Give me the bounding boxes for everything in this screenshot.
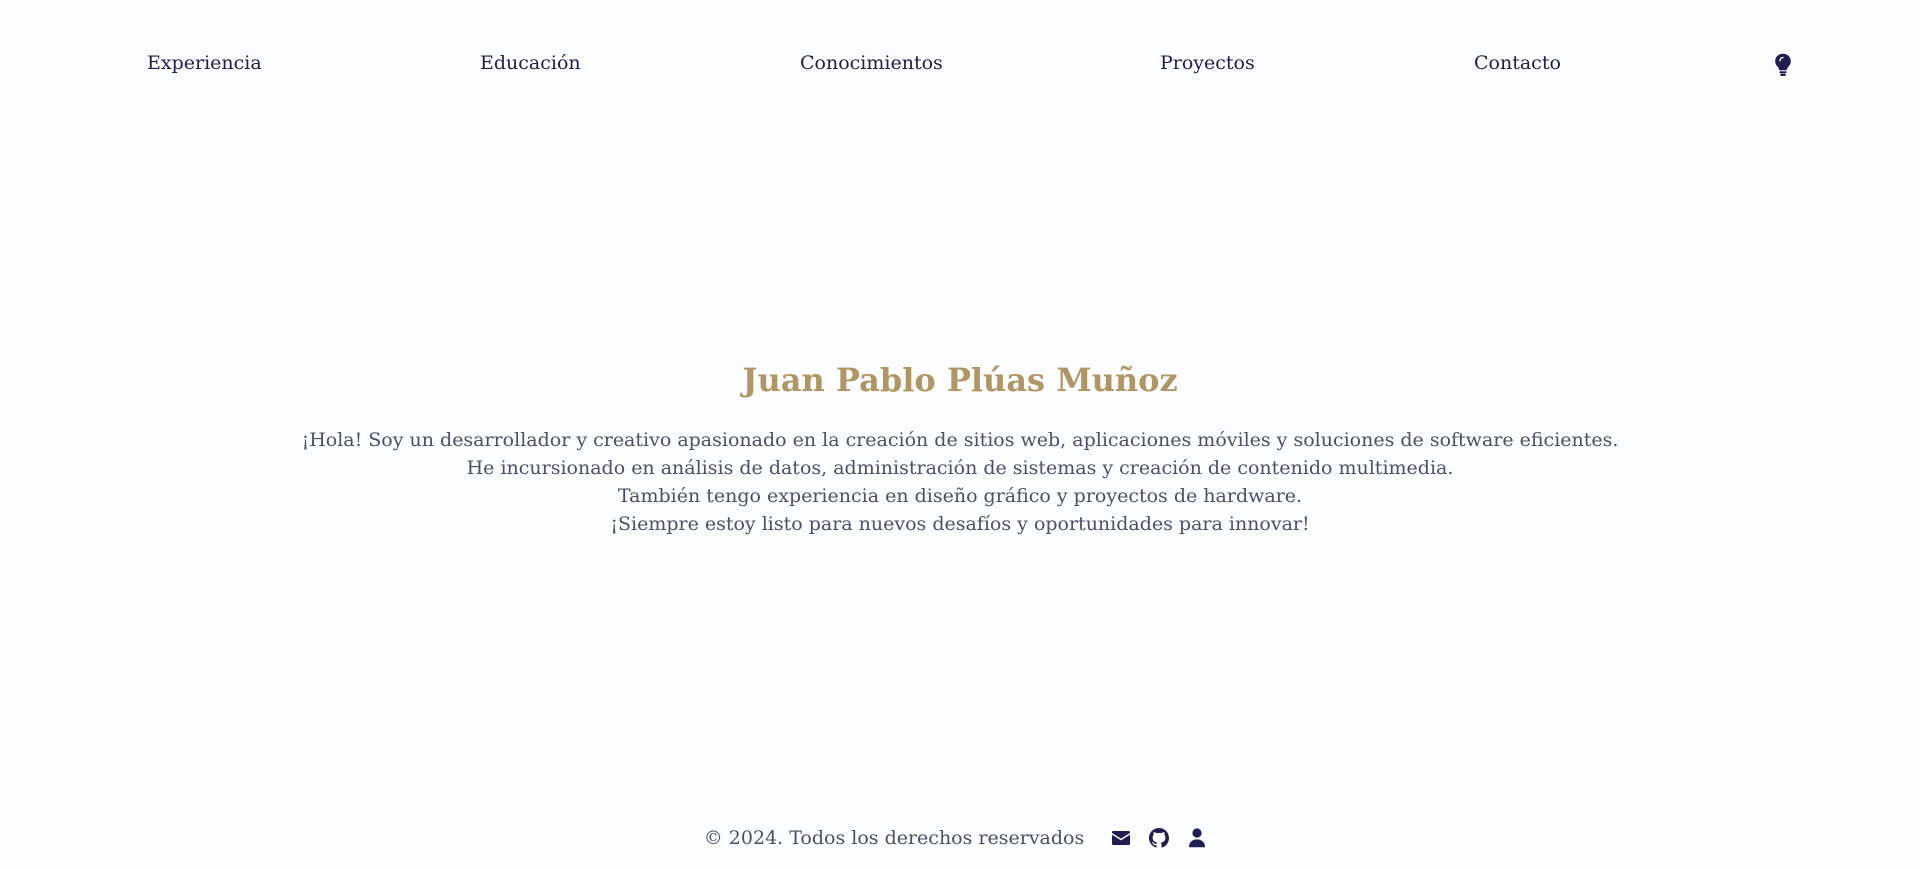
nav-link-contacto[interactable]: Contacto [1474,52,1561,74]
hero-section: Juan Pablo Plúas Muñoz ¡Hola! Soy un des… [0,356,1920,538]
bio-line: ¡Hola! Soy un desarrollador y creativo a… [301,429,1619,451]
github-icon [1149,828,1170,848]
nav-link-experiencia[interactable]: Experiencia [147,52,262,74]
bio-line: También tengo experiencia en diseño gráf… [617,485,1303,507]
profile-link[interactable] [1186,827,1208,849]
bio-line: He incursionado en análisis de datos, ad… [466,457,1454,479]
email-link[interactable] [1110,827,1132,849]
hero-bio: ¡Hola! Soy un desarrollador y creativo a… [0,426,1920,538]
nav-link-conocimientos[interactable]: Conocimientos [800,52,943,74]
envelope-icon [1112,831,1131,845]
nav-link-educacion[interactable]: Educación [480,52,581,74]
lightbulb-icon [1775,53,1791,76]
footer: © 2024. Todos los derechos reservados [0,824,1920,852]
user-icon [1189,828,1206,848]
hero-name: Juan Pablo Plúas Muñoz [742,361,1178,399]
copyright-text: © 2024. Todos los derechos reservados [703,827,1085,849]
bio-line: ¡Siempre estoy listo para nuevos desafío… [610,513,1310,535]
theme-toggle-button[interactable] [1774,53,1798,79]
nav-link-proyectos[interactable]: Proyectos [1160,52,1255,74]
github-link[interactable] [1148,827,1170,849]
main-navigation: Experiencia Educación Conocimientos Proy… [0,0,1920,134]
